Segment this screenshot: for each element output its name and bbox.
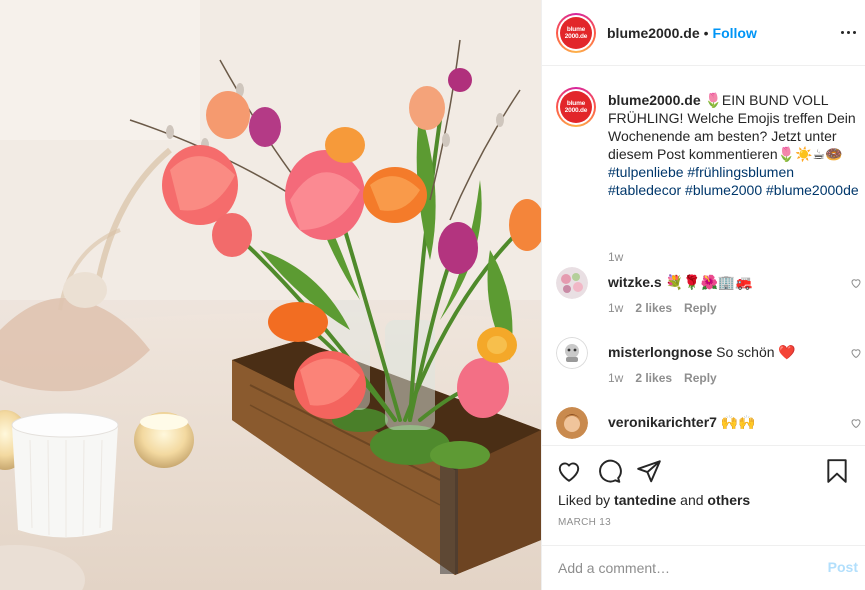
caption-text-block: blume2000.de 🌷EIN BUND VOLL FRÜHLING! We… bbox=[608, 91, 860, 199]
comment-body: 🙌🙌 bbox=[720, 414, 756, 430]
liked-and: and bbox=[680, 492, 704, 508]
post-side-panel: blume 2000.de blume2000.de • Follow blum… bbox=[541, 0, 865, 590]
caption-username[interactable]: blume2000.de bbox=[608, 92, 701, 108]
comment-meta: 1w 2 likes Reply bbox=[608, 371, 717, 385]
comment-like-heart-icon[interactable] bbox=[850, 277, 862, 289]
caption-brand-logo: blume 2000.de bbox=[560, 91, 592, 123]
comment-text-block: witzke.s 💐🌹🌺🏢🚒 bbox=[608, 273, 828, 291]
account-avatar[interactable]: blume 2000.de bbox=[556, 12, 596, 53]
comment-time[interactable]: 1w bbox=[608, 301, 623, 315]
caption-avatar[interactable]: blume 2000.de bbox=[556, 87, 596, 127]
follow-button[interactable]: Follow bbox=[713, 25, 757, 41]
comment-icon[interactable] bbox=[596, 458, 622, 484]
reply-button[interactable]: Reply bbox=[684, 301, 717, 315]
reply-button[interactable]: Reply bbox=[684, 371, 717, 385]
more-options-icon[interactable] bbox=[838, 22, 858, 42]
post-comment-button[interactable]: Post bbox=[828, 559, 858, 575]
comment-text-block: veronikarichter7 🙌🙌 bbox=[608, 413, 828, 431]
post-photo[interactable] bbox=[0, 0, 541, 590]
post-date[interactable]: MARCH 13 bbox=[558, 517, 611, 528]
comment-time[interactable]: 1w bbox=[608, 371, 623, 385]
comments-list: blume 2000.de blume2000.de 🌷EIN BUND VOL… bbox=[542, 67, 865, 445]
add-comment-bar: Post bbox=[542, 545, 865, 590]
post-actions: Liked by tantedine and others MARCH 13 bbox=[542, 445, 865, 545]
separator-dot: • bbox=[703, 24, 709, 41]
action-icons bbox=[556, 458, 856, 486]
comment-meta: 1w 2 likes Reply bbox=[608, 301, 717, 315]
liked-others[interactable]: others bbox=[707, 492, 750, 508]
commenter-avatar[interactable] bbox=[556, 267, 588, 299]
flower-arrangement-image bbox=[0, 0, 541, 590]
bookmark-icon[interactable] bbox=[824, 458, 850, 484]
post-header: blume 2000.de blume2000.de • Follow bbox=[542, 0, 865, 66]
add-comment-input[interactable] bbox=[558, 558, 808, 578]
commenter-avatar[interactable] bbox=[556, 407, 588, 439]
comment-username[interactable]: misterlongnose bbox=[608, 344, 712, 360]
comment-likes[interactable]: 2 likes bbox=[635, 301, 672, 315]
comment-text-block: misterlongnose So schön ❤️ bbox=[608, 343, 828, 361]
heart-icon[interactable] bbox=[556, 458, 582, 484]
comment-like-heart-icon[interactable] bbox=[850, 347, 862, 359]
account-username[interactable]: blume2000.de bbox=[607, 25, 700, 41]
comment-body: 💐🌹🌺🏢🚒 bbox=[665, 274, 753, 290]
share-icon[interactable] bbox=[636, 458, 662, 484]
liked-prefix: Liked by bbox=[558, 492, 611, 508]
comment-username[interactable]: veronikarichter7 bbox=[608, 414, 717, 430]
commenter-avatar[interactable] bbox=[556, 337, 588, 369]
comment-like-heart-icon[interactable] bbox=[850, 417, 862, 429]
liked-user[interactable]: tantedine bbox=[614, 492, 676, 508]
caption-hashtags[interactable]: #tulpenliebe #frühlingsblumen #tabledeco… bbox=[608, 164, 859, 198]
comment-username[interactable]: witzke.s bbox=[608, 274, 662, 290]
comment-likes[interactable]: 2 likes bbox=[635, 371, 672, 385]
brand-logo: blume 2000.de bbox=[560, 16, 592, 49]
comment-body: So schön ❤️ bbox=[716, 344, 796, 360]
instagram-post: blume 2000.de blume2000.de • Follow blum… bbox=[0, 0, 865, 590]
caption-timestamp[interactable]: 1w bbox=[608, 250, 623, 264]
liked-by-line: Liked by tantedine and others bbox=[558, 492, 750, 508]
